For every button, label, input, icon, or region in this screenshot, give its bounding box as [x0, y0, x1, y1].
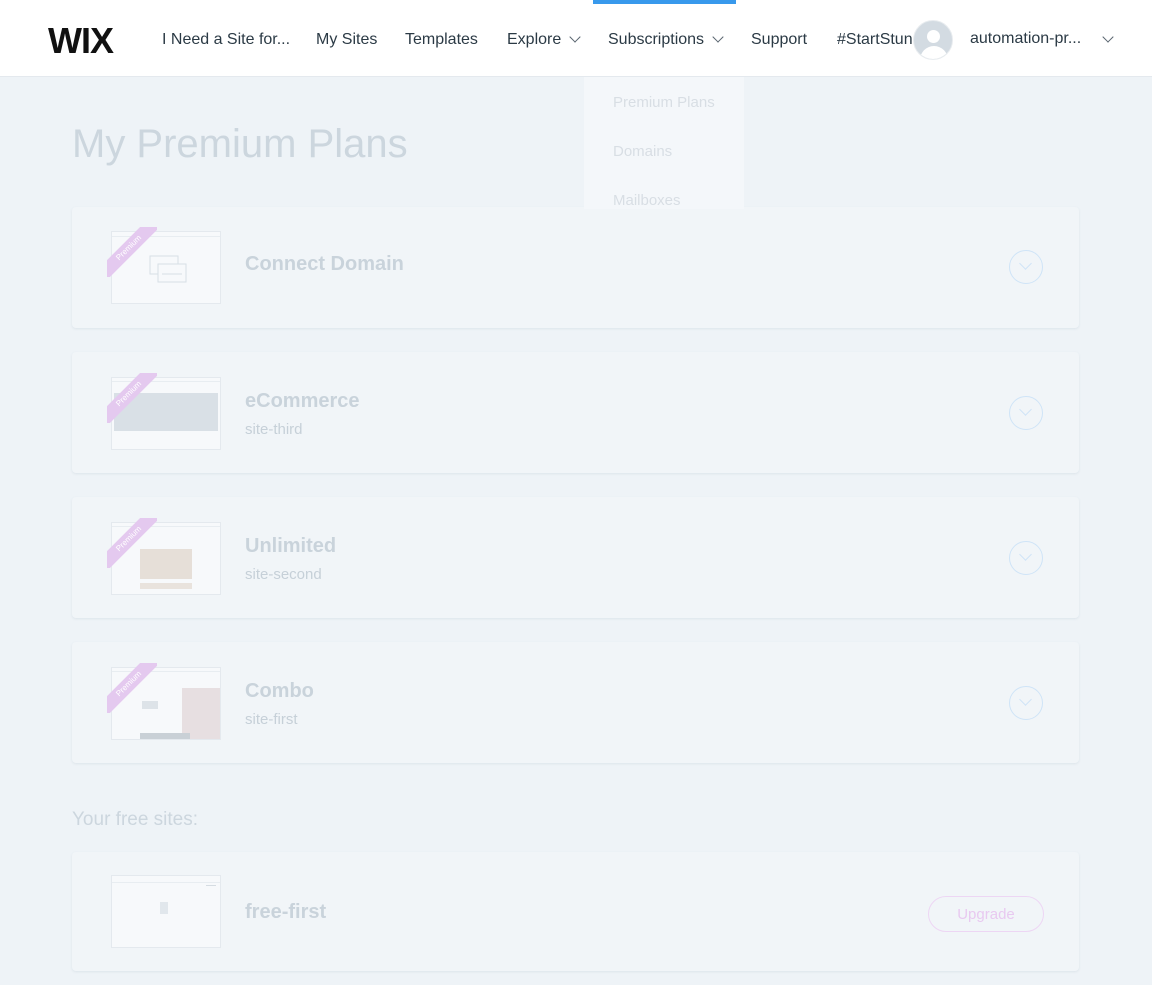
plan-name: Combo — [245, 680, 314, 702]
thumbnail-line — [112, 882, 220, 883]
svg-text:WIX: WIX — [48, 22, 114, 56]
expand-chevron-icon[interactable] — [1009, 250, 1043, 284]
plan-name: eCommerce — [245, 390, 360, 412]
thumbnail-block — [160, 902, 168, 914]
user-name[interactable]: automation-pr... — [970, 30, 1081, 48]
plan-site-name: site-first — [245, 711, 298, 728]
avatar-head-shape — [927, 30, 940, 43]
premium-ribbon: Premium — [107, 518, 157, 568]
user-avatar[interactable] — [913, 20, 953, 60]
page-title: My Premium Plans — [72, 122, 408, 166]
plan-card: Premium Connect Domain — [72, 207, 1079, 328]
free-site-name: free-first — [245, 901, 327, 923]
plan-card: Premium eCommerce site-third — [72, 352, 1079, 473]
plan-name: Unlimited — [245, 535, 337, 557]
plan-name: Connect Domain — [245, 253, 404, 275]
nav-subscriptions[interactable]: Subscriptions — [608, 30, 724, 50]
free-site-card: free-first Upgrade — [72, 852, 1079, 971]
nav-need-a-site[interactable]: I Need a Site for... — [162, 30, 290, 50]
nav-explore-label: Explore — [507, 31, 562, 48]
nav-subscriptions-label: Subscriptions — [608, 31, 705, 48]
nav-templates[interactable]: Templates — [405, 30, 478, 50]
upgrade-button[interactable]: Upgrade — [928, 896, 1044, 932]
wix-logo[interactable]: WIX — [48, 22, 124, 56]
plan-card: Premium Unlimited site-second — [72, 497, 1079, 618]
premium-ribbon: Premium — [107, 663, 157, 713]
site-thumbnail — [111, 875, 221, 948]
thumbnail-strip — [140, 583, 192, 589]
user-menu-chevron-icon[interactable] — [1102, 31, 1114, 43]
plan-card: Premium Combo site-first — [72, 642, 1079, 763]
expand-chevron-icon[interactable] — [1009, 396, 1043, 430]
chevron-down-icon — [712, 31, 724, 43]
chevron-down-icon — [569, 31, 581, 43]
top-header: WIX I Need a Site for... My Sites Templa… — [0, 0, 1152, 77]
dropdown-item-premium-plans[interactable]: Premium Plans — [613, 94, 715, 111]
premium-ribbon: Premium — [107, 227, 157, 277]
premium-ribbon: Premium — [107, 373, 157, 423]
thumbnail-strip — [140, 733, 190, 739]
subscriptions-dropdown: Premium Plans Domains Mailboxes — [584, 77, 744, 209]
active-tab-indicator — [593, 0, 736, 4]
dropdown-item-mailboxes[interactable]: Mailboxes — [613, 192, 681, 209]
avatar-body-shape — [920, 46, 948, 59]
nav-my-sites[interactable]: My Sites — [316, 30, 377, 50]
plan-site-name: site-third — [245, 421, 303, 438]
nav-support[interactable]: Support — [751, 30, 807, 50]
plan-site-name: site-second — [245, 566, 322, 583]
thumbnail-line — [206, 885, 216, 886]
expand-chevron-icon[interactable] — [1009, 686, 1043, 720]
dropdown-item-domains[interactable]: Domains — [613, 143, 672, 160]
nav-explore[interactable]: Explore — [507, 30, 581, 50]
free-sites-heading: Your free sites: — [72, 809, 199, 830]
expand-chevron-icon[interactable] — [1009, 541, 1043, 575]
